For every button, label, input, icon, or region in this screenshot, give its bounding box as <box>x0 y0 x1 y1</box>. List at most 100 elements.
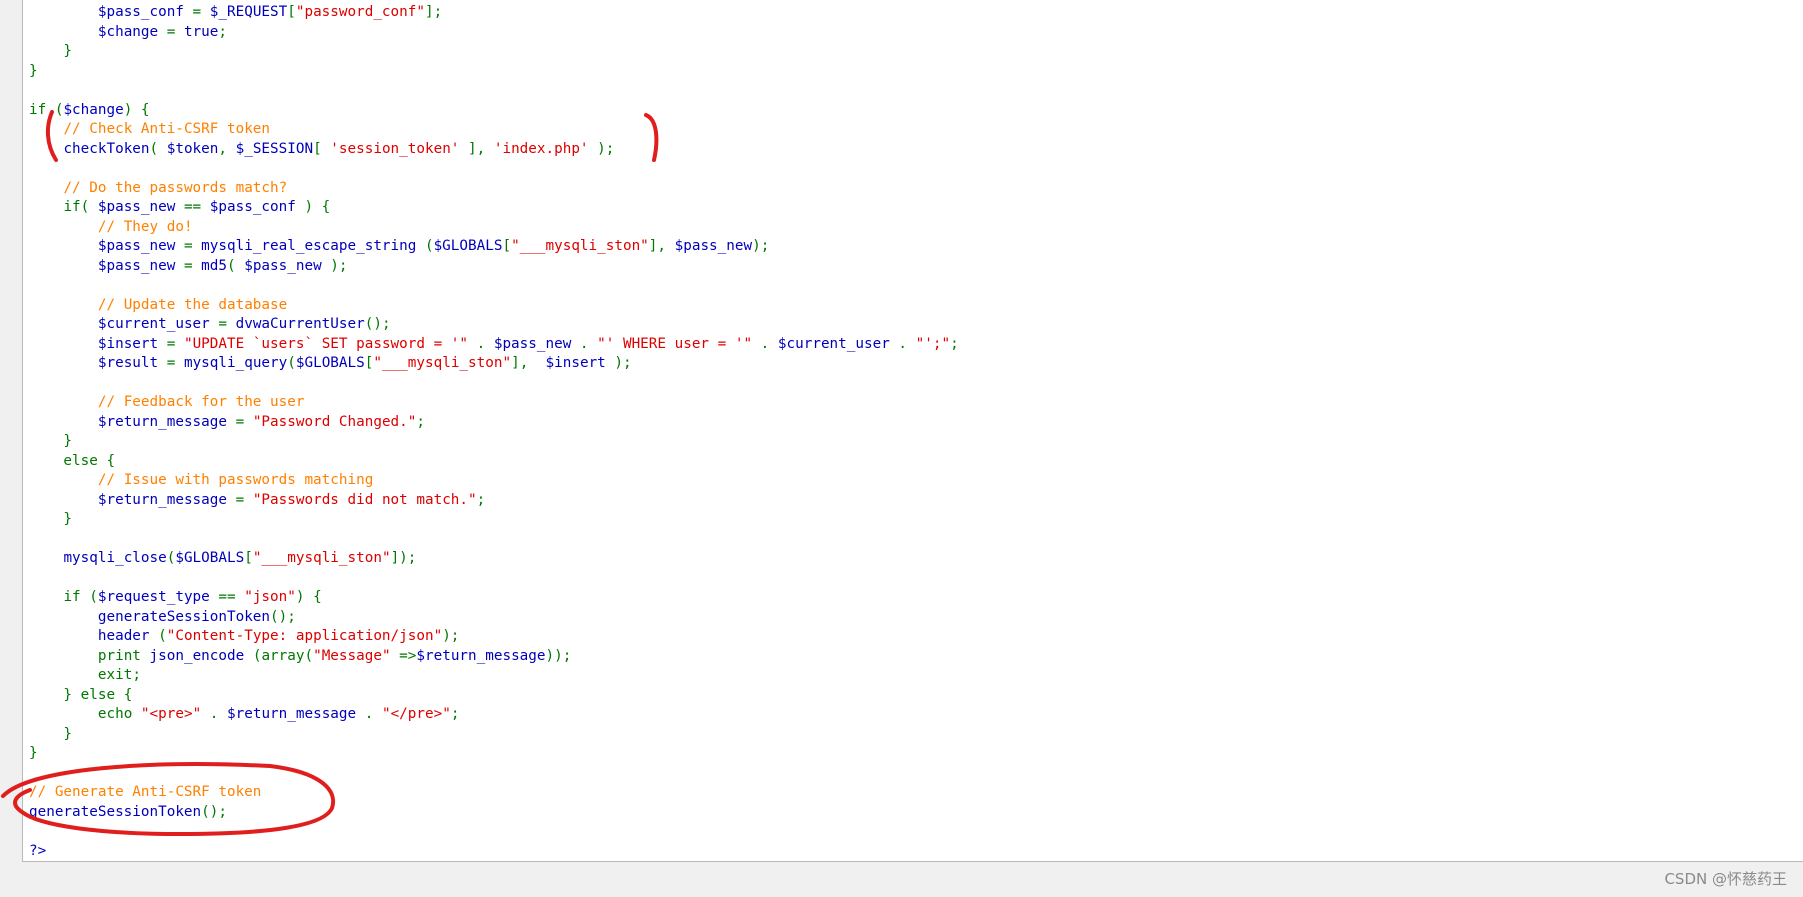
code-line: $current_user = dvwaCurrentUser(); <box>29 315 391 335</box>
code-token: $GLOBALS <box>295 355 365 371</box>
code-token: $pass_new <box>97 257 176 274</box>
code-line: ?> <box>29 842 46 862</box>
code-token: if <box>63 589 90 605</box>
code-token: . <box>571 335 598 352</box>
code-token: "Passwords did not match." <box>252 491 477 508</box>
code-line: } <box>29 725 72 745</box>
code-token: = <box>227 491 253 508</box>
code-token: ], <box>648 238 675 254</box>
code-line: $pass_new = mysqli_real_escape_string ($… <box>29 237 769 257</box>
code-token: // Generate Anti-CSRF token <box>29 784 262 800</box>
code-token: $_REQUEST <box>209 4 288 20</box>
code-token: } <box>29 725 73 742</box>
code-line: } <box>29 42 72 62</box>
code-token: // Check Anti-CSRF token <box>63 121 271 137</box>
code-token: { <box>115 686 133 703</box>
code-token: generateSessionToken <box>97 608 271 625</box>
code-token: } <box>29 511 73 527</box>
code-token: mysqli_close <box>63 550 167 566</box>
code-line: mysqli_close($GLOBALS["___mysqli_ston"])… <box>29 549 416 569</box>
code-token: 'index.php' <box>493 140 589 157</box>
code-token: = <box>209 316 236 332</box>
code-token: . <box>356 706 382 722</box>
code-token: $change <box>97 23 159 40</box>
code-token: mysqli_real_escape_string <box>201 238 417 254</box>
code-token: "password_conf" <box>295 4 425 20</box>
code-token: ) { <box>295 589 322 605</box>
code-token: (); <box>364 316 391 332</box>
code-line: } <box>29 510 72 530</box>
code-token: = <box>183 4 210 20</box>
code-token: => <box>390 647 417 664</box>
code-token: $token <box>166 140 219 157</box>
left-gutter <box>0 0 22 897</box>
code-line: if ($request_type == "json") { <box>29 588 322 608</box>
code-line: $pass_new = md5( $pass_new ); <box>29 257 348 277</box>
code-line: $return_message = "Passwords did not mat… <box>29 491 485 511</box>
code-viewer[interactable]: $pass_conf = $_REQUEST["password_conf"];… <box>22 0 1803 862</box>
code-token: ], <box>459 140 494 157</box>
code-token: ?> <box>29 842 47 859</box>
code-token: "Message" <box>313 647 391 664</box>
code-token: dvwaCurrentUser <box>235 316 365 332</box>
code-token: ( <box>304 647 314 664</box>
code-token: $pass_new <box>97 238 176 254</box>
code-token: $pass_new <box>493 335 572 352</box>
code-token: ( <box>416 238 434 254</box>
code-token: $result <box>97 355 159 371</box>
code-token: // Issue with passwords matching <box>97 472 374 488</box>
code-token: [ <box>287 4 296 20</box>
code-line: $change = true; <box>29 23 227 43</box>
code-token: mysqli_query <box>183 355 288 371</box>
code-line: if( $pass_new == $pass_conf ) { <box>29 198 330 218</box>
code-token: ], <box>511 355 546 371</box>
code-token: header <box>97 628 159 644</box>
code-token: md5 <box>201 257 227 274</box>
code-token: $GLOBALS <box>175 550 245 566</box>
code-token: $return_message <box>97 491 227 508</box>
code-token: ( <box>158 628 167 644</box>
code-token: ); <box>752 238 770 254</box>
code-token: $request_type <box>97 589 210 605</box>
code-token: $return_message <box>97 413 227 430</box>
code-token: ); <box>588 140 615 157</box>
code-token: $return_message <box>416 647 546 664</box>
code-line: header ("Content-Type: application/json"… <box>29 627 460 647</box>
code-token: [ <box>502 238 512 254</box>
code-token: . <box>201 706 228 722</box>
code-token: ( <box>227 257 245 274</box>
code-token: $pass_new <box>674 238 753 254</box>
code-token: , <box>218 140 236 157</box>
code-token: } <box>29 433 73 449</box>
code-token: ; <box>476 491 486 508</box>
code-token: } <box>29 62 38 79</box>
code-token: if <box>63 199 81 215</box>
code-line: // Feedback for the user <box>29 393 305 413</box>
code-token: ; <box>416 413 425 430</box>
code-line: else { <box>29 452 115 472</box>
code-line: exit; <box>29 666 141 686</box>
code-token: $pass_new <box>244 257 322 274</box>
code-token: print <box>97 647 150 664</box>
code-line: // Generate Anti-CSRF token <box>29 783 261 803</box>
code-token: "';" <box>915 335 951 352</box>
code-token: (); <box>201 803 227 820</box>
code-token: checkToken <box>63 140 150 157</box>
code-token: ( <box>149 140 167 157</box>
